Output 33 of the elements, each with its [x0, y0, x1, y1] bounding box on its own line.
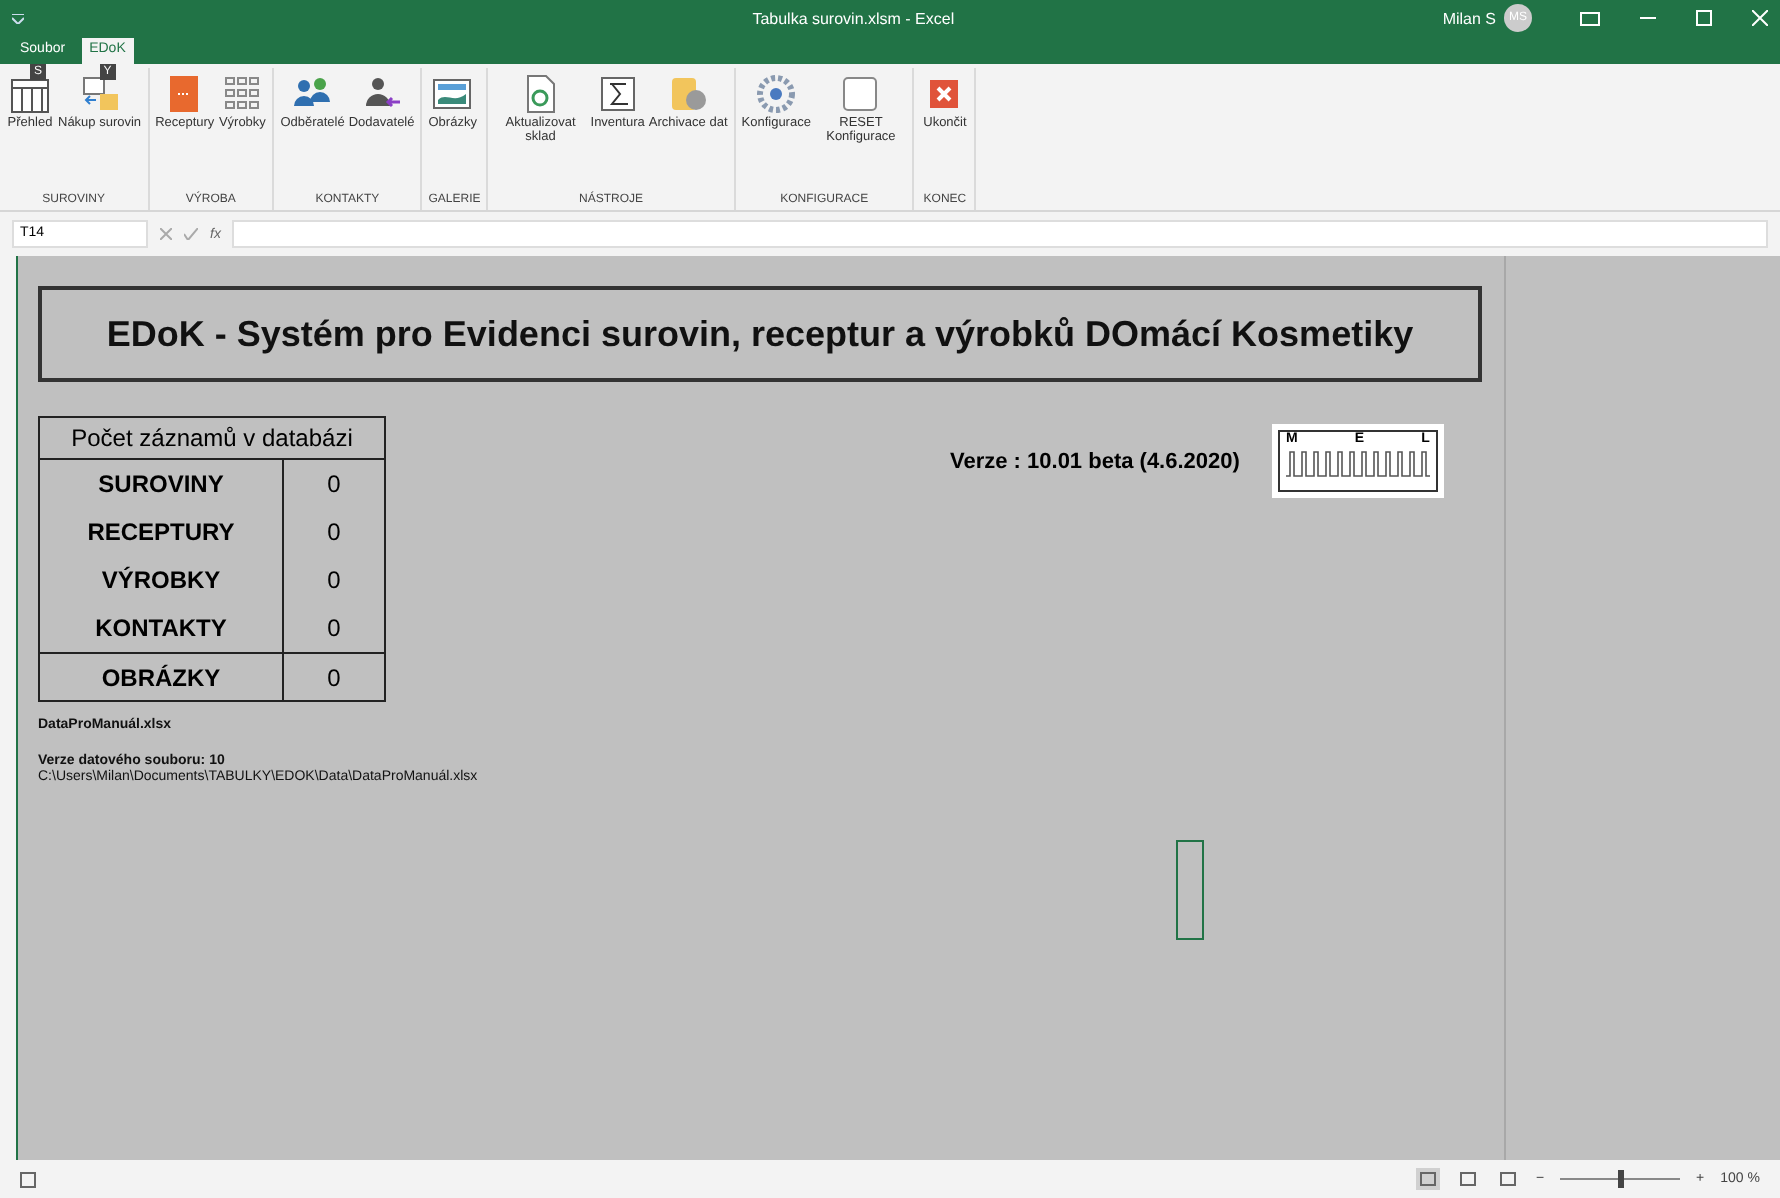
table-cell-text: 0 — [325, 612, 343, 646]
check-icon[interactable] — [184, 228, 198, 240]
macro-record-icon[interactable] — [20, 1171, 36, 1187]
table-cell-text: 0 — [325, 468, 343, 502]
table-cell: RECEPTURY — [40, 508, 284, 556]
maximize-icon[interactable] — [1696, 10, 1712, 26]
import-icon — [77, 72, 122, 116]
zoom-slider-thumb[interactable] — [1618, 1170, 1625, 1188]
view-button[interactable] — [1455, 1168, 1480, 1190]
window-title: Tabulka surovin.xlsm - Excel — [750, 9, 957, 27]
quick-access-icon[interactable] — [12, 13, 24, 23]
sum-sheet-icon — [595, 72, 640, 116]
version-text: Verze : 10.01 beta (4.6.2020) — [950, 450, 1240, 478]
table-cell-text: 0 — [325, 661, 343, 695]
table-cell-text: 0 — [325, 564, 343, 598]
square-wave-icon — [1285, 448, 1430, 480]
formula-input[interactable] — [232, 220, 1768, 248]
selected-cell[interactable] — [1176, 840, 1204, 940]
table-cell: OBRÁZKY — [40, 654, 284, 700]
ribbon-display-icon[interactable] — [1580, 11, 1600, 25]
table-cell: VÝROBKY — [40, 556, 284, 604]
sheet-title: EDoK - Systém pro Evidenci surovin, receptur a výrobků DOmácí Kosmetiky — [38, 286, 1482, 382]
close-icon[interactable] — [1752, 10, 1768, 26]
user-name[interactable]: Milan S — [1442, 9, 1496, 27]
table-header: Počet záznamů v databázi — [40, 418, 384, 460]
blank-square-icon — [838, 72, 883, 116]
view-button[interactable] — [1495, 1168, 1520, 1190]
settings-icon — [754, 72, 799, 116]
table-cell: KONTAKTY — [40, 604, 284, 652]
archive-icon — [666, 72, 711, 116]
table-cell-text: 0 — [325, 516, 343, 550]
view-button[interactable] — [1415, 1168, 1440, 1190]
table-cell: SUROVINY — [40, 460, 284, 508]
